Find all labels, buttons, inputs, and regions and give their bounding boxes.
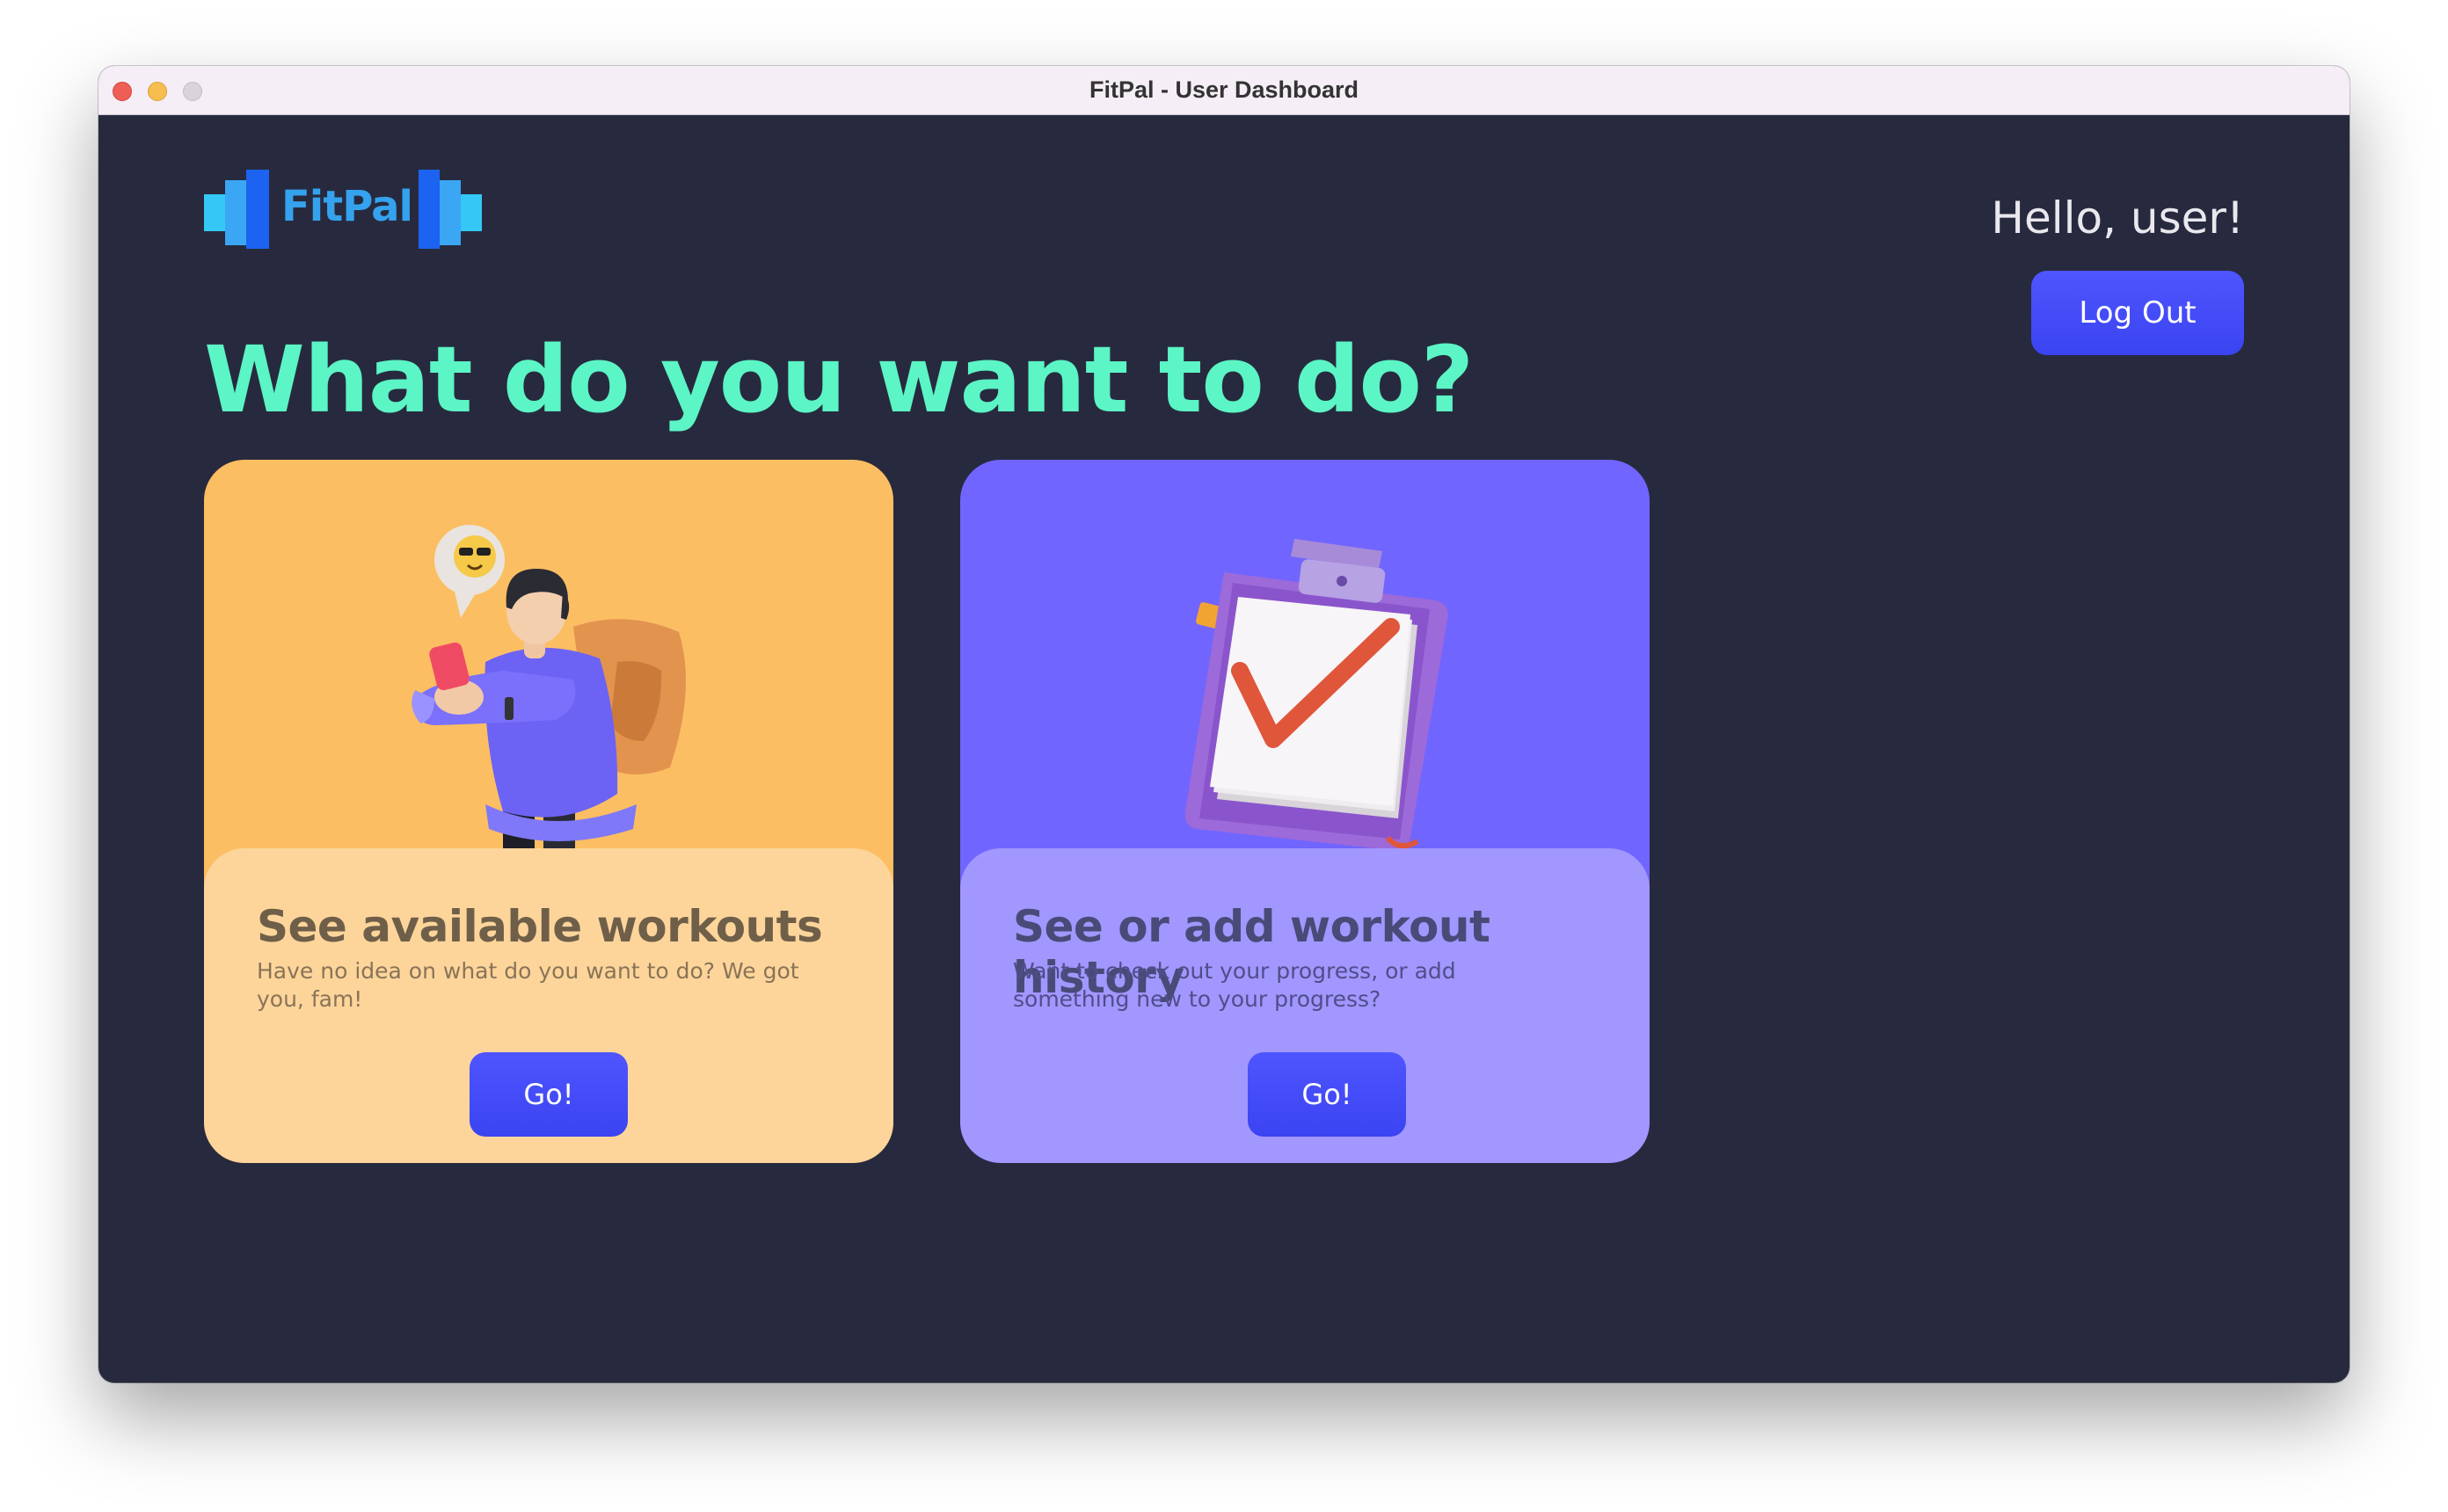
page-headline: What do you want to do?: [204, 326, 1474, 433]
card-description: Have no idea on what do you want to do? …: [257, 958, 799, 1012]
user-greeting: Hello, user!: [1991, 193, 2244, 244]
card-description: Want to check out your progress, or add …: [1013, 958, 1456, 1012]
card-body: See available workouts Have no idea on w…: [204, 848, 893, 1163]
window-title: FitPal - User Dashboard: [1089, 76, 1359, 103]
dashboard: FitPal Hello, user! Log Out What do you …: [98, 115, 2350, 1383]
available-workouts-card[interactable]: See available workouts Have no idea on w…: [204, 460, 893, 1163]
go-button-workouts[interactable]: Go!: [470, 1052, 628, 1137]
title-bar: FitPal - User Dashboard: [98, 66, 2350, 115]
app-window: FitPal - User Dashboard FitPal Hello, us…: [98, 66, 2350, 1383]
person-with-phone-illustration: [412, 525, 686, 852]
card-body: See or add workout history Want to check…: [960, 848, 1650, 1163]
log-out-button[interactable]: Log Out: [2031, 271, 2244, 355]
fitpal-logo: FitPal: [204, 168, 485, 249]
clipboard-checkmark-illustration: [1184, 539, 1448, 851]
card-title: See available workouts: [257, 901, 823, 952]
logo-text: FitPal: [281, 182, 413, 231]
go-button-history[interactable]: Go!: [1248, 1052, 1406, 1137]
workout-history-card[interactable]: See or add workout history Want to check…: [960, 460, 1650, 1163]
